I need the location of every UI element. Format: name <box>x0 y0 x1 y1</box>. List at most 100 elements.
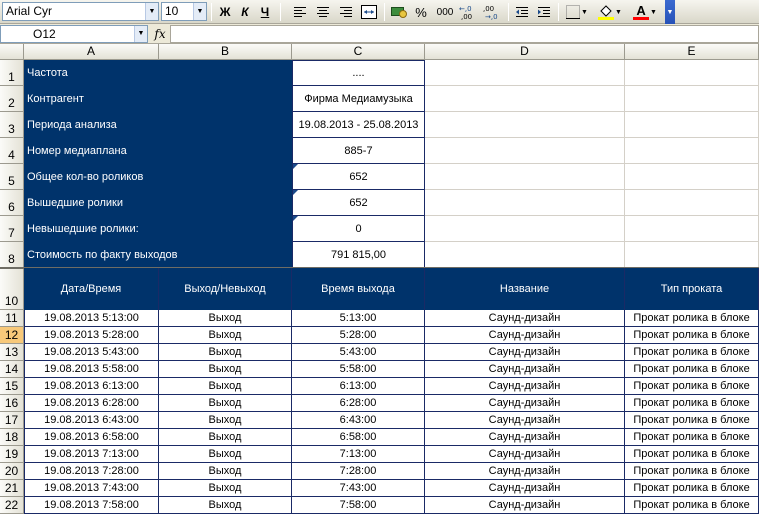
column-header-d[interactable]: D <box>425 44 625 60</box>
table-cell[interactable]: 5:28:00 <box>292 327 425 344</box>
row-header-2[interactable]: 2 <box>0 86 24 112</box>
empty-cell[interactable] <box>625 216 759 242</box>
italic-button[interactable]: К <box>236 2 254 22</box>
table-cell[interactable]: Прокат ролика в блоке <box>625 395 759 412</box>
row-header-8[interactable]: 8 <box>0 242 24 268</box>
table-cell[interactable]: Выход <box>159 344 292 361</box>
table-cell[interactable]: 6:43:00 <box>292 412 425 429</box>
table-cell[interactable]: 19.08.2013 7:58:00 <box>24 497 159 514</box>
font-size-combo[interactable]: 10 ▼ <box>161 2 207 21</box>
summary-value[interactable]: 885-7 <box>292 138 425 164</box>
table-cell[interactable]: Выход <box>159 378 292 395</box>
table-cell[interactable]: Прокат ролика в блоке <box>625 344 759 361</box>
row-header-19[interactable]: 19 <box>0 446 24 463</box>
row-header-17[interactable]: 17 <box>0 412 24 429</box>
table-cell[interactable]: Выход <box>159 310 292 327</box>
summary-value[interactable]: 652 <box>292 164 425 190</box>
table-cell[interactable]: 19.08.2013 6:43:00 <box>24 412 159 429</box>
table-cell[interactable]: Выход <box>159 463 292 480</box>
table-cell[interactable]: 5:13:00 <box>292 310 425 327</box>
thousands-separator-button[interactable]: 000 <box>434 2 456 22</box>
empty-cell[interactable] <box>425 60 625 86</box>
row-header-5[interactable]: 5 <box>0 164 24 190</box>
table-cell[interactable]: Прокат ролика в блоке <box>625 327 759 344</box>
column-header-c[interactable]: C <box>292 44 425 60</box>
merge-center-button[interactable] <box>359 2 379 22</box>
decrease-decimal-button[interactable]: ,00 →,0 <box>482 2 504 22</box>
table-cell[interactable]: 19.08.2013 6:58:00 <box>24 429 159 446</box>
table-cell[interactable]: 19.08.2013 6:28:00 <box>24 395 159 412</box>
decrease-indent-button[interactable] <box>512 2 532 22</box>
table-cell[interactable]: Прокат ролика в блоке <box>625 361 759 378</box>
summary-value[interactable]: Фирма Медиамузыка <box>292 86 425 112</box>
row-header-12[interactable]: 12 <box>0 327 24 344</box>
column-header-e[interactable]: E <box>625 44 759 60</box>
font-color-button[interactable]: A ▼ <box>628 2 662 22</box>
row-header-14[interactable]: 14 <box>0 361 24 378</box>
table-cell[interactable]: Прокат ролика в блоке <box>625 446 759 463</box>
empty-cell[interactable] <box>625 164 759 190</box>
table-cell[interactable]: Прокат ролика в блоке <box>625 497 759 514</box>
row-header-11[interactable]: 11 <box>0 310 24 327</box>
select-all-corner[interactable] <box>0 44 24 60</box>
row-header-1[interactable]: 1 <box>0 60 24 86</box>
table-cell[interactable]: Прокат ролика в блоке <box>625 480 759 497</box>
empty-cell[interactable] <box>625 112 759 138</box>
empty-cell[interactable] <box>425 242 625 268</box>
percent-button[interactable]: % <box>411 2 431 22</box>
table-cell[interactable]: 19.08.2013 5:43:00 <box>24 344 159 361</box>
column-header-b[interactable]: B <box>159 44 292 60</box>
table-cell[interactable]: Прокат ролика в блоке <box>625 310 759 327</box>
table-cell[interactable]: 5:43:00 <box>292 344 425 361</box>
table-cell[interactable]: 7:13:00 <box>292 446 425 463</box>
fill-color-button[interactable]: ▼ <box>594 2 626 22</box>
borders-button[interactable]: ▼ <box>562 2 592 22</box>
align-right-button[interactable] <box>336 2 356 22</box>
table-cell[interactable]: Саунд-дизайн <box>425 497 625 514</box>
table-cell[interactable]: Выход <box>159 395 292 412</box>
column-header-a[interactable]: A <box>24 44 159 60</box>
table-cell[interactable]: 6:13:00 <box>292 378 425 395</box>
row-header-15[interactable]: 15 <box>0 378 24 395</box>
table-cell[interactable]: 19.08.2013 7:13:00 <box>24 446 159 463</box>
bold-button[interactable]: Ж <box>216 2 234 22</box>
empty-cell[interactable] <box>625 190 759 216</box>
table-cell[interactable]: Саунд-дизайн <box>425 310 625 327</box>
table-cell[interactable]: 19.08.2013 5:28:00 <box>24 327 159 344</box>
empty-cell[interactable] <box>425 112 625 138</box>
currency-button[interactable] <box>389 2 409 22</box>
chevron-down-icon[interactable]: ▼ <box>193 3 206 20</box>
row-header-3[interactable]: 3 <box>0 112 24 138</box>
table-cell[interactable]: Выход <box>159 361 292 378</box>
table-cell[interactable]: 7:43:00 <box>292 480 425 497</box>
formula-input[interactable] <box>170 25 759 43</box>
empty-cell[interactable] <box>425 216 625 242</box>
summary-value[interactable]: .... <box>292 60 425 86</box>
table-cell[interactable]: 19.08.2013 5:58:00 <box>24 361 159 378</box>
row-header-18[interactable]: 18 <box>0 429 24 446</box>
summary-value[interactable]: 0 <box>292 216 425 242</box>
align-left-button[interactable] <box>290 2 310 22</box>
row-header-4[interactable]: 4 <box>0 138 24 164</box>
empty-cell[interactable] <box>425 86 625 112</box>
empty-cell[interactable] <box>625 60 759 86</box>
table-cell[interactable]: 6:58:00 <box>292 429 425 446</box>
table-cell[interactable]: Прокат ролика в блоке <box>625 378 759 395</box>
table-cell[interactable]: 19.08.2013 5:13:00 <box>24 310 159 327</box>
table-cell[interactable]: 7:28:00 <box>292 463 425 480</box>
chevron-down-icon[interactable]: ▼ <box>581 9 588 16</box>
table-cell[interactable]: Саунд-дизайн <box>425 344 625 361</box>
chevron-down-icon[interactable]: ▼ <box>134 26 147 42</box>
name-box[interactable]: O12 ▼ <box>0 25 148 43</box>
row-header-7[interactable]: 7 <box>0 216 24 242</box>
empty-cell[interactable] <box>425 190 625 216</box>
table-cell[interactable]: Выход <box>159 429 292 446</box>
table-cell[interactable]: Прокат ролика в блоке <box>625 463 759 480</box>
table-cell[interactable]: 5:58:00 <box>292 361 425 378</box>
table-cell[interactable]: Саунд-дизайн <box>425 463 625 480</box>
chevron-down-icon[interactable]: ▼ <box>615 9 622 16</box>
empty-cell[interactable] <box>625 242 759 268</box>
table-cell[interactable]: 7:58:00 <box>292 497 425 514</box>
empty-cell[interactable] <box>625 138 759 164</box>
empty-cell[interactable] <box>625 86 759 112</box>
